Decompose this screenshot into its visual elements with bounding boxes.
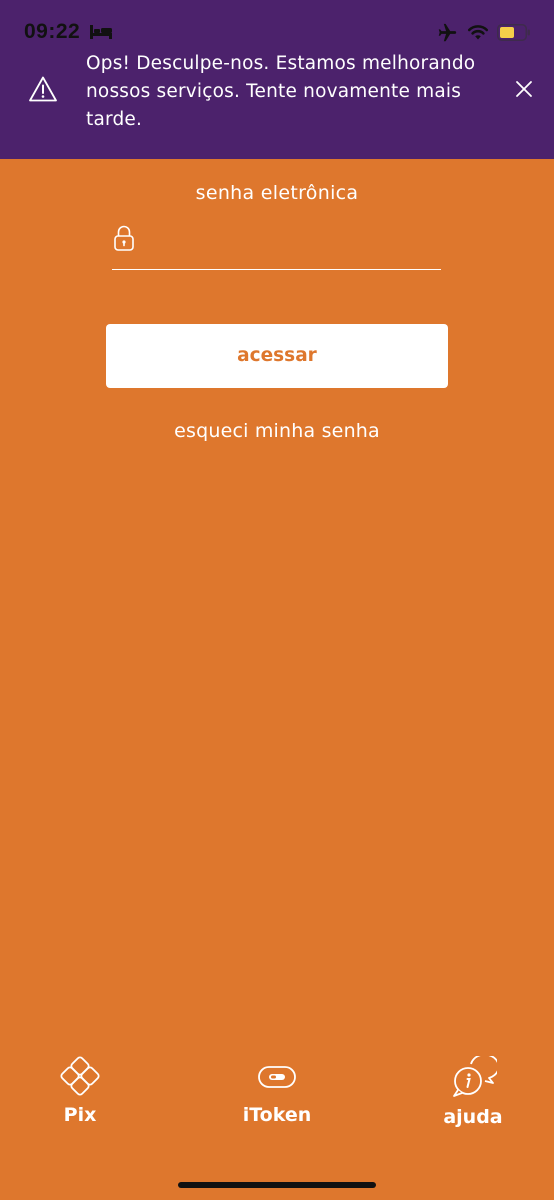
warning-icon [29, 76, 57, 102]
help-chat-icon [453, 1056, 497, 1097]
nav-pix[interactable]: Pix [40, 1056, 120, 1136]
password-field[interactable] [112, 220, 441, 270]
itoken-icon [258, 1066, 296, 1088]
password-input[interactable] [148, 226, 437, 262]
battery-icon [497, 24, 530, 41]
pix-icon [60, 1056, 100, 1096]
error-banner: 09:22 Ops! Desculpe-nos. Estamos melhora… [0, 0, 554, 159]
status-time: 09:22 [24, 20, 81, 43]
nav-help-label: ajuda [443, 1106, 503, 1128]
password-label: senha eletrônica [195, 182, 359, 204]
wifi-icon [467, 25, 489, 40]
close-icon[interactable] [514, 79, 534, 99]
bed-icon [90, 25, 112, 39]
status-bar: 09:22 [0, 0, 554, 52]
airplane-icon [438, 23, 457, 42]
nav-itoken[interactable]: iToken [225, 1056, 329, 1136]
nav-help[interactable]: ajuda [431, 1056, 515, 1136]
nav-pix-label: Pix [63, 1104, 97, 1126]
home-indicator [178, 1182, 376, 1188]
access-button[interactable]: acessar [106, 324, 448, 388]
forgot-password-link[interactable]: esqueci minha senha [0, 420, 554, 442]
lock-icon [114, 225, 134, 251]
error-message: Ops! Desculpe-nos. Estamos melhorando no… [86, 53, 476, 130]
nav-itoken-label: iToken [242, 1104, 312, 1126]
